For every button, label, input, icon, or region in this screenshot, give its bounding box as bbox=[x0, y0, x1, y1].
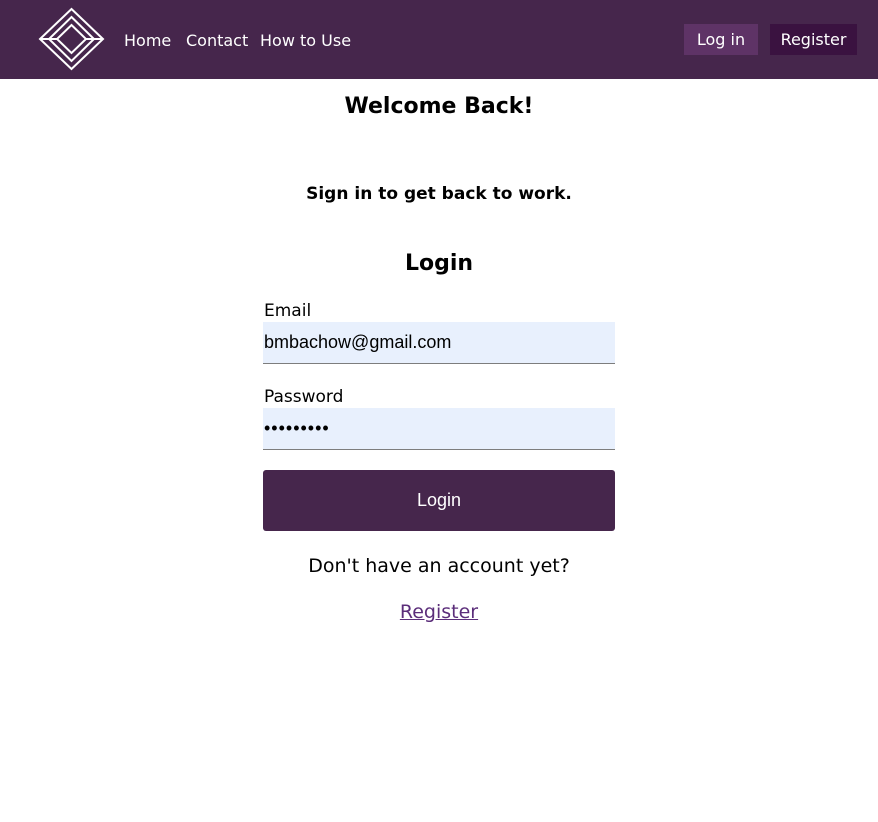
nav-link-contact[interactable]: Contact bbox=[186, 31, 248, 50]
nav-link-how-to-use[interactable]: How to Use bbox=[260, 31, 351, 50]
password-field[interactable] bbox=[263, 408, 615, 450]
signin-subtitle: Sign in to get back to work. bbox=[306, 184, 572, 204]
password-label: Password bbox=[264, 387, 344, 407]
welcome-heading: Welcome Back! bbox=[344, 94, 534, 119]
nav-link-home[interactable]: Home bbox=[124, 31, 171, 50]
register-link[interactable]: Register bbox=[400, 601, 478, 623]
login-submit-button[interactable]: Login bbox=[263, 470, 615, 531]
top-navbar: Home Contact How to Use Log in Register bbox=[0, 0, 878, 79]
no-account-text: Don't have an account yet? bbox=[308, 555, 570, 577]
email-label: Email bbox=[264, 301, 312, 321]
nav-login-button[interactable]: Log in bbox=[684, 24, 758, 55]
diamond-logo-icon[interactable] bbox=[38, 7, 105, 71]
login-form-title: Login bbox=[404, 251, 474, 276]
email-field[interactable] bbox=[263, 322, 615, 364]
nav-register-button[interactable]: Register bbox=[770, 24, 857, 55]
